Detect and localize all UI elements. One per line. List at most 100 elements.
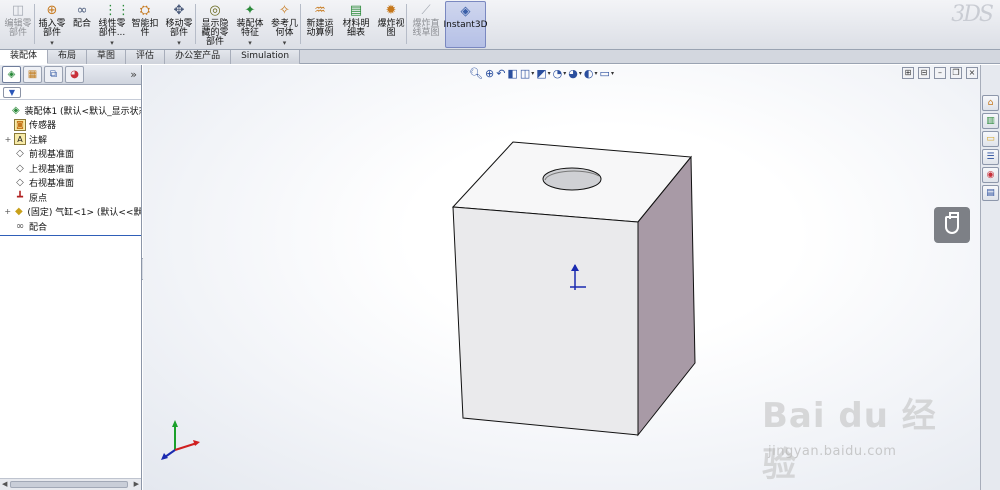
scrollbar-thumb[interactable] — [10, 481, 128, 488]
bom-button[interactable]: ▤ 材料明 细表 — [340, 1, 372, 48]
rollback-bar[interactable] — [0, 235, 141, 236]
tree-item[interactable]: + ◆ (固定) 气缸<1> (默认<<默认 — [0, 205, 141, 220]
file-explorer-icon[interactable]: ▭ — [982, 131, 999, 147]
tree-item-label: 注解 — [29, 135, 48, 146]
design-library-icon[interactable]: ▥ — [982, 113, 999, 129]
view-palette-icon[interactable]: ☰ — [982, 149, 999, 165]
tree-item[interactable]: + A 注解 — [0, 132, 141, 147]
expand-pane-icon[interactable]: » — [130, 68, 137, 81]
insert-component-icon: ⊕ — [46, 3, 58, 18]
tab-0[interactable]: 装配体 — [0, 50, 49, 64]
toolbar-button-label: 参考几 何体 — [270, 19, 298, 38]
tree-item[interactable]: ∞ 配合 — [0, 219, 141, 234]
exploded-view-icon: ✹ — [385, 3, 397, 18]
component-icon — [945, 212, 959, 234]
watermark-url: jingyan.baidu.com — [768, 444, 897, 459]
toolbar-button-label: 线性零 部件... — [98, 19, 126, 38]
toolbar-button-label: 插入零 部件 — [38, 19, 66, 38]
reference-triad-icon — [161, 420, 200, 460]
solidworks-resources-icon[interactable]: ⌂ — [982, 95, 999, 111]
sensor-icon: ◙ — [14, 118, 26, 131]
toolbar-button-label: 移动零 部件 — [165, 19, 193, 38]
smart-fastener-icon: ⛭ — [139, 3, 151, 18]
explode-line-sketch-icon: ⟋ — [421, 3, 431, 18]
move-component-button[interactable]: ✥ 移动零 部件 ▾ — [162, 1, 196, 48]
mate-icon: ∞ — [76, 3, 88, 18]
configuration-icon: ⧉ — [49, 68, 58, 80]
tree-item-label: 上视基准面 — [29, 164, 75, 175]
tab-1[interactable]: 布局 — [48, 50, 88, 64]
display-manager-tab[interactable]: ◕ — [65, 66, 84, 83]
mates-folder-icon: ∞ — [15, 220, 25, 232]
dropdown-arrow-icon[interactable]: ▾ — [283, 40, 287, 47]
tab-3[interactable]: 评估 — [126, 50, 166, 64]
expand-icon[interactable]: + — [4, 207, 11, 216]
tab-4[interactable]: 办公室产品 — [165, 50, 232, 64]
assembly-icon: ◈ — [12, 104, 20, 116]
smart-fastener-button[interactable]: ⛭ 智能扣 件 — [129, 1, 161, 48]
tree-item[interactable]: ◈ 装配体1 (默认<默认_显示状态- — [0, 103, 141, 118]
exploded-view-button[interactable]: ✹ 爆炸视 图 — [375, 1, 407, 48]
tree-item-label: 装配体1 (默认<默认_显示状态- — [24, 106, 141, 117]
toolbar-button-label: Instant3D — [443, 20, 488, 30]
horizontal-scrollbar[interactable]: ◀ ▶ — [0, 478, 141, 490]
scroll-right-icon[interactable]: ▶ — [134, 480, 139, 488]
motion-study-button[interactable]: ♒ 新建运 动算例 — [303, 1, 337, 48]
bom-icon: ▤ — [349, 3, 363, 18]
task-pane: ⌂ ▥ ▭ ☰ ◉ ▤ — [980, 65, 1000, 490]
display-manager-icon: ◕ — [70, 68, 79, 80]
custom-properties-icon[interactable]: ▤ — [982, 185, 999, 201]
expand-icon[interactable]: + — [4, 135, 12, 144]
block-front-face[interactable] — [452, 206, 639, 436]
toolbar-separator — [406, 4, 407, 44]
dropdown-arrow-icon[interactable]: ▾ — [177, 40, 181, 47]
move-component-icon: ✥ — [173, 3, 185, 18]
instant3d-button[interactable]: ◈ Instant3D — [443, 1, 488, 48]
linear-pattern-icon: ⋮⋮ — [104, 3, 130, 18]
instant3d-icon: ◈ — [460, 4, 471, 19]
watermark-main-text: Bai du 经验 — [762, 396, 937, 485]
toolbar-button-label: 材料明 细表 — [342, 19, 370, 38]
tab-2[interactable]: 草图 — [87, 50, 127, 64]
feature-manager-tab[interactable]: ◈ — [2, 66, 21, 83]
feature-filter[interactable]: ▼ — [0, 85, 141, 100]
filter-icon[interactable]: ▼ — [3, 86, 21, 98]
linear-pattern-button[interactable]: ⋮⋮ 线性零 部件... ▾ — [96, 1, 130, 48]
reference-geometry-button[interactable]: ✧ 参考几 何体 ▾ — [268, 1, 301, 48]
edit-component-icon: ◫ — [11, 3, 25, 18]
toolbar-button-label: 配合 — [72, 19, 91, 29]
assembly-feature-icon: ✦ — [244, 3, 256, 18]
floating-component-button[interactable] — [934, 207, 970, 243]
configuration-manager-tab[interactable]: ⧉ — [44, 66, 63, 83]
appearances-icon[interactable]: ◉ — [982, 167, 999, 183]
property-icon: ▦ — [27, 68, 38, 80]
toolbar-button-label: 显示隐 藏的零 部件 — [201, 19, 229, 47]
show-hidden-button[interactable]: ◎ 显示隐 藏的零 部件 — [198, 1, 232, 48]
scroll-left-icon[interactable]: ◀ — [2, 480, 7, 488]
edit-component-button[interactable]: ◫ 编辑零 部件 — [2, 1, 34, 48]
reference-geometry-icon: ✧ — [279, 3, 290, 18]
mate-button[interactable]: ∞ 配合 — [70, 1, 94, 48]
insert-component-button[interactable]: ⊕ 插入零 部件 ▾ — [36, 1, 68, 48]
dropdown-arrow-icon[interactable]: ▾ — [50, 40, 54, 47]
explode-line-sketch-button[interactable]: ⟋ 爆炸直 线草图 — [409, 1, 443, 48]
part-icon: ◆ — [14, 206, 23, 218]
graphics-area[interactable]: 🔍︎ ⊕ ↶ ◧ ◫ ▾ ◩ ▾ ◔ ▾ ◕ ▾ ◐ ▾ ▭ ▾ ⊞ ⊟ – ❐ × Bai du 经验 — [143, 65, 980, 490]
tree-item[interactable]: ◇ 上视基准面 — [0, 161, 141, 176]
toolbar-button-label: 新建运 动算例 — [306, 19, 334, 38]
assembly-feature-button[interactable]: ✦ 装配体 特征 ▾ — [234, 1, 266, 48]
tree-item-label: 前视基准面 — [29, 150, 75, 161]
tree-item[interactable]: ┻ 原点 — [0, 190, 141, 205]
solidworks-logo: 3DS — [951, 2, 994, 27]
dropdown-arrow-icon[interactable]: ▾ — [248, 40, 252, 47]
feature-tree: ◈ 装配体1 (默认<默认_显示状态- ◙ 传感器 + A 注解 ◇ 前视基准面 ◇ 上视基准面 ◇ 右… — [0, 100, 141, 234]
toolbar-button-label: 编辑零 部件 — [4, 19, 32, 38]
tree-item[interactable]: ◙ 传感器 — [0, 118, 141, 133]
tree-item-label: 右视基准面 — [29, 179, 75, 190]
dropdown-arrow-icon[interactable]: ▾ — [110, 40, 114, 47]
tab-5[interactable]: Simulation — [231, 50, 301, 64]
annotation-icon: A — [14, 133, 26, 146]
property-manager-tab[interactable]: ▦ — [23, 66, 42, 83]
tree-item[interactable]: ◇ 前视基准面 — [0, 147, 141, 162]
tree-item[interactable]: ◇ 右视基准面 — [0, 176, 141, 191]
